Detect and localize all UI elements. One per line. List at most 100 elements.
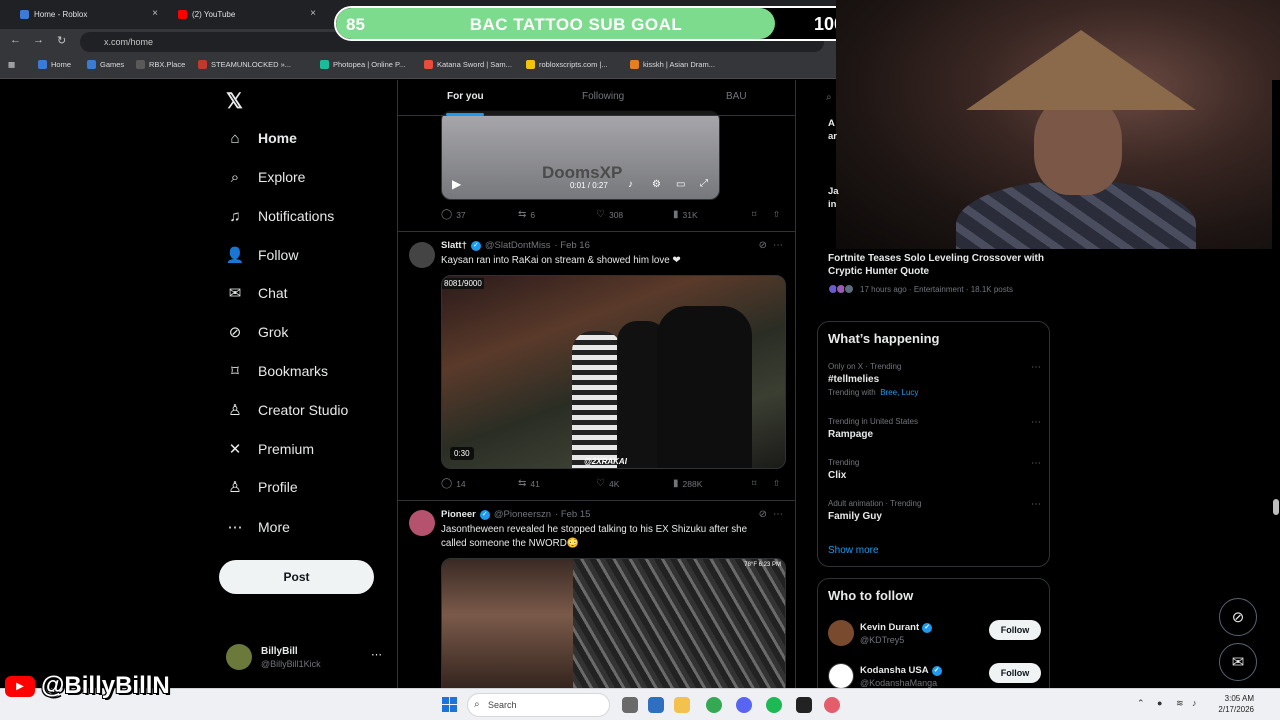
- more-icon[interactable]: ⋯: [773, 509, 783, 520]
- forward-icon[interactable]: →: [33, 34, 44, 46]
- nav-premium[interactable]: ✕ Premium: [226, 440, 314, 458]
- post-image[interactable]: 78°F 6:23 PM: [573, 559, 785, 688]
- apps-icon[interactable]: ▦: [8, 60, 15, 69]
- post-video[interactable]: 8081/9000 0:30 @2XRAKAI: [441, 275, 786, 469]
- trend-item[interactable]: Only on X · Trending #tellmelies Trendin…: [828, 362, 1041, 397]
- tab-bau[interactable]: BAU: [726, 91, 747, 102]
- pip-icon[interactable]: ▭: [676, 179, 685, 190]
- windows-start-icon[interactable]: [442, 697, 457, 712]
- play-icon[interactable]: ▶: [452, 177, 461, 191]
- volume-icon[interactable]: ♪: [1192, 698, 1197, 708]
- post-image[interactable]: [442, 559, 574, 688]
- nav-follow[interactable]: 👤 Follow: [226, 246, 299, 264]
- settings-icon[interactable]: ⚙: [652, 179, 661, 190]
- avatar[interactable]: [409, 510, 435, 536]
- bookmark-games[interactable]: Games: [87, 60, 124, 69]
- like-button[interactable]: ♡ 4K: [596, 478, 619, 489]
- grok-icon[interactable]: ⊘: [759, 240, 767, 251]
- nav-grok[interactable]: ⊘ Grok: [226, 323, 289, 341]
- back-icon[interactable]: ←: [10, 34, 21, 46]
- discord-icon[interactable]: [736, 697, 752, 713]
- author-name[interactable]: Slatt†: [441, 240, 467, 251]
- close-icon[interactable]: ×: [310, 8, 316, 19]
- bookmark-photopea[interactable]: Photopea | Online P...: [320, 60, 405, 69]
- author-handle[interactable]: @Pioneerszn: [494, 509, 551, 520]
- close-icon[interactable]: ×: [152, 8, 158, 19]
- tab-for-you[interactable]: For you: [447, 91, 484, 102]
- more-icon[interactable]: ⋯: [1031, 362, 1041, 373]
- bookmark-kisskh[interactable]: kisskh | Asian Dram...: [630, 60, 715, 69]
- x-logo-icon[interactable]: 𝕏: [226, 89, 243, 114]
- post-date[interactable]: · Feb 16: [554, 240, 589, 251]
- nav-notifications[interactable]: ♫ Notifications: [226, 207, 334, 225]
- wifi-icon[interactable]: ≋: [1176, 698, 1184, 709]
- show-more-link[interactable]: Show more: [828, 545, 879, 556]
- follow-suggestion[interactable]: Kevin Durant ✓ @KDTrey5 Follow: [828, 620, 1041, 650]
- file-explorer-icon[interactable]: [674, 697, 690, 713]
- grok-fab-icon[interactable]: ⊘: [1219, 598, 1257, 636]
- like-button[interactable]: ♡ 308: [596, 209, 623, 220]
- app-icon[interactable]: [796, 697, 812, 713]
- author-handle[interactable]: @SlatDontMiss: [485, 240, 551, 251]
- more-icon[interactable]: ⋯: [1031, 499, 1041, 510]
- spotify-icon[interactable]: [766, 697, 782, 713]
- messages-fab-icon[interactable]: ✉: [1219, 643, 1257, 681]
- trend-item[interactable]: Adult animation · Trending Family Guy ⋯: [828, 499, 1041, 522]
- follow-button[interactable]: Follow: [989, 620, 1041, 640]
- post-button[interactable]: Post: [219, 560, 374, 594]
- fullscreen-icon[interactable]: ⤢: [700, 178, 708, 189]
- opera-icon[interactable]: [824, 697, 840, 713]
- follow-button[interactable]: Follow: [989, 663, 1041, 683]
- chrome-icon[interactable]: [706, 697, 722, 713]
- nav-explore[interactable]: ⌕ Explore: [226, 168, 306, 186]
- bookmark-icon[interactable]: ⌑: [752, 478, 756, 489]
- views-button[interactable]: ▮ 288K: [673, 478, 702, 489]
- avatar[interactable]: [409, 242, 435, 268]
- app-icon[interactable]: [648, 697, 664, 713]
- nav-profile[interactable]: ♙ Profile: [226, 478, 297, 496]
- taskbar-search[interactable]: ⌕ Search: [467, 693, 610, 717]
- more-icon[interactable]: ⋯: [1031, 458, 1041, 469]
- tab-roblox[interactable]: Home - Roblox ×: [6, 4, 162, 25]
- more-icon[interactable]: ⋯: [371, 648, 382, 661]
- repost-button[interactable]: ⇆ 6: [518, 209, 535, 220]
- reload-icon[interactable]: ↻: [57, 34, 66, 47]
- more-icon[interactable]: ⋯: [773, 240, 783, 251]
- page-scrollbar[interactable]: [1272, 80, 1280, 688]
- author-name[interactable]: Pioneer: [441, 509, 476, 520]
- mic-icon[interactable]: ●: [1157, 698, 1162, 708]
- trend-item[interactable]: Trending Clix ⋯: [828, 458, 1041, 481]
- post-video[interactable]: DoomsXP ▶ 0:01 / 0:27 ♪ ⚙ ▭ ⤢: [441, 110, 720, 200]
- nav-home[interactable]: ⌂ Home: [226, 129, 296, 147]
- news-card[interactable]: Fortnite Teases Solo Leveling Crossover …: [828, 252, 1048, 294]
- avatar[interactable]: [828, 663, 854, 689]
- nav-creator-studio[interactable]: ♙ Creator Studio: [226, 401, 348, 419]
- app-icon[interactable]: [622, 697, 638, 713]
- more-icon[interactable]: ⋯: [1031, 417, 1041, 428]
- nav-more[interactable]: ⋯ More: [226, 518, 290, 536]
- bookmark-steamunlocked[interactable]: STEAMUNLOCKED »...: [198, 60, 291, 69]
- volume-icon[interactable]: ♪: [628, 179, 633, 190]
- post-date[interactable]: · Feb 15: [555, 509, 590, 520]
- bookmark-icon[interactable]: ⌑: [752, 209, 756, 220]
- reply-button[interactable]: ◯ 14: [441, 478, 466, 489]
- share-icon[interactable]: ⇧: [773, 209, 780, 220]
- bookmark-robloxscripts[interactable]: robloxscripts.com |...: [526, 60, 608, 69]
- avatar[interactable]: [828, 620, 854, 646]
- nav-chat[interactable]: ✉ Chat: [226, 284, 288, 302]
- share-icon[interactable]: ⇧: [773, 478, 780, 489]
- reply-button[interactable]: ◯ 37: [441, 209, 466, 220]
- clock[interactable]: 3:05 AM 2/17/2026: [1208, 693, 1254, 715]
- scrollbar-thumb[interactable]: [1273, 499, 1279, 515]
- views-button[interactable]: ▮ 31K: [673, 209, 698, 220]
- trend-item[interactable]: Trending in United States Rampage ⋯: [828, 417, 1041, 440]
- bookmark-katana[interactable]: Katana Sword | Sam...: [424, 60, 512, 69]
- grok-icon[interactable]: ⊘: [759, 509, 767, 520]
- bookmark-home[interactable]: Home: [38, 60, 71, 69]
- bookmark-rbx-place[interactable]: RBX.Place: [136, 60, 185, 69]
- nav-bookmarks[interactable]: ⌑ Bookmarks: [226, 362, 328, 380]
- post-images[interactable]: 78°F 6:23 PM: [441, 558, 786, 688]
- repost-button[interactable]: ⇆ 41: [518, 478, 540, 489]
- tab-youtube[interactable]: (2) YouTube ×: [164, 4, 320, 25]
- search-icon[interactable]: ⌕: [826, 92, 832, 103]
